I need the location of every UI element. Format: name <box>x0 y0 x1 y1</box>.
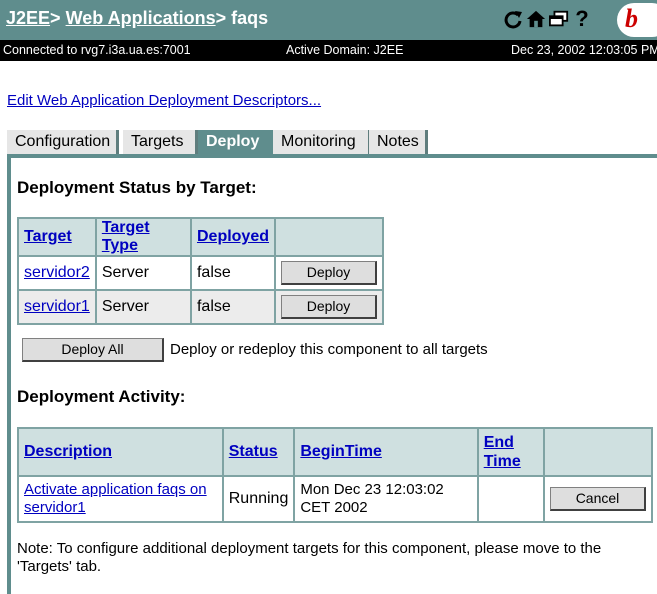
deploy-button[interactable]: Deploy <box>281 295 377 319</box>
title-bar: J2EE> Web Applications> faqs ? b <box>0 0 657 40</box>
connection-status: Connected to rvg7.i3a.ua.es:7001 <box>3 43 191 57</box>
column-begin-time[interactable]: BeginTime <box>300 443 382 460</box>
target-link[interactable]: servidor2 <box>24 264 90 281</box>
help-icon[interactable]: ? <box>572 6 592 31</box>
deploy-button[interactable]: Deploy <box>281 261 377 285</box>
column-end-time[interactable]: End Time <box>484 434 521 470</box>
tab-notes[interactable]: Notes <box>369 130 428 154</box>
active-domain: Active Domain: J2EE <box>286 43 404 57</box>
cancel-button[interactable]: Cancel <box>549 487 646 511</box>
edit-descriptors-link[interactable]: Edit Web Application Deployment Descript… <box>7 92 321 109</box>
toolbar-icons: ? <box>503 6 592 32</box>
deployment-status-table: Target Target Type Deployed servidor2 Se… <box>17 217 384 325</box>
column-actions <box>542 427 654 477</box>
tab-deploy[interactable]: Deploy <box>198 130 273 156</box>
activity-status-cell: Running <box>221 475 296 523</box>
breadcrumb-j2ee[interactable]: J2EE <box>6 8 50 28</box>
deployment-activity-heading: Deployment Activity: <box>17 387 186 406</box>
home-icon[interactable] <box>526 7 546 31</box>
deployed-cell: false <box>189 255 277 291</box>
table-row: Activate application faqs on servidor1 R… <box>17 475 654 523</box>
activity-description-link[interactable]: Activate application faqs on servidor1 <box>24 481 207 516</box>
breadcrumb: J2EE> Web Applications> faqs <box>6 8 268 29</box>
table-row: servidor2 Server false Deploy <box>17 255 384 291</box>
table-header-row: Description Status BeginTime End Time <box>17 427 654 477</box>
column-target[interactable]: Target <box>24 228 72 245</box>
refresh-icon[interactable] <box>503 7 523 31</box>
bea-logo: b <box>617 3 657 37</box>
activity-begin-time-cell: Mon Dec 23 12:03:02 CET 2002 <box>293 475 479 523</box>
target-link[interactable]: servidor1 <box>24 298 90 315</box>
column-actions <box>274 217 384 257</box>
targets-note: Note: To configure additional deployment… <box>17 540 602 575</box>
deployment-status-heading: Deployment Status by Target: <box>17 178 257 197</box>
breadcrumb-current: faqs <box>231 8 269 28</box>
status-bar: Connected to rvg7.i3a.ua.es:7001 Active … <box>0 40 657 61</box>
breadcrumb-web-applications[interactable]: Web Applications <box>66 8 216 28</box>
windows-icon[interactable] <box>549 7 569 31</box>
column-deployed[interactable]: Deployed <box>197 228 269 245</box>
deploy-all-description: Deploy or redeploy this component to all… <box>170 341 488 358</box>
deployed-cell: false <box>189 289 277 325</box>
activity-end-time-cell <box>476 475 545 523</box>
tab-monitoring[interactable]: Monitoring <box>273 130 371 154</box>
column-description[interactable]: Description <box>24 443 112 460</box>
table-row: servidor1 Server false Deploy <box>17 289 384 325</box>
tab-configuration[interactable]: Configuration <box>7 130 119 154</box>
target-type-cell: Server <box>94 255 192 291</box>
breadcrumb-separator: > <box>50 8 61 28</box>
column-target-type[interactable]: Target Type <box>102 219 150 254</box>
target-type-cell: Server <box>94 289 192 325</box>
table-header-row: Target Target Type Deployed <box>17 217 384 257</box>
deploy-all-button[interactable]: Deploy All <box>22 338 164 362</box>
deployment-activity-table: Description Status BeginTime End Time Ac… <box>17 427 654 523</box>
breadcrumb-separator: > <box>215 8 227 28</box>
status-datetime: Dec 23, 2002 12:03:05 PM <box>511 43 657 57</box>
column-status[interactable]: Status <box>229 443 278 460</box>
tab-targets[interactable]: Targets <box>123 130 198 154</box>
